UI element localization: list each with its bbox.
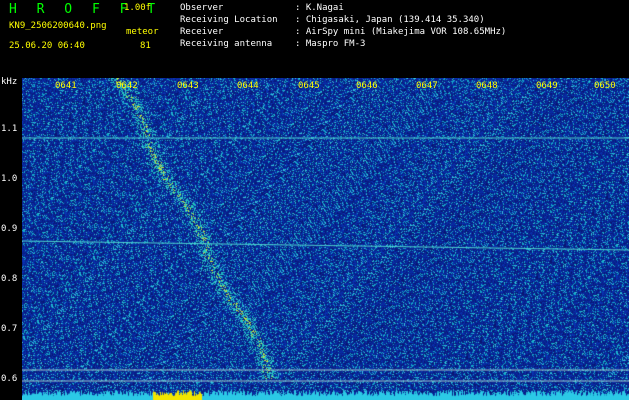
x-tick-0645: 0645 — [298, 81, 320, 91]
y-tick-0-9: 0.9 — [1, 224, 18, 234]
x-tick-0643: 0643 — [177, 81, 199, 91]
x-tick-0647: 0647 — [416, 81, 438, 91]
y-tick-0-7: 0.7 — [1, 324, 18, 334]
x-tick-0648: 0648 — [476, 81, 498, 91]
info-key-observer: Observer — [180, 3, 224, 13]
x-tick-0641: 0641 — [55, 81, 77, 91]
y-axis-unit: kHz — [1, 77, 18, 87]
info-value-antenna: : Maspro FM-3 — [295, 39, 366, 49]
spectrogram — [22, 78, 629, 400]
y-tick-0-8: 0.8 — [1, 274, 18, 284]
info-value-receiver: : AirSpy mini (Miakejima VOR 108.65MHz) — [295, 27, 507, 37]
meteor-label: meteor — [126, 27, 159, 37]
file-name: KN9_2506200640.png — [9, 21, 107, 31]
app-version: 1.00f — [124, 3, 152, 13]
y-tick-1-0: 1.0 — [1, 174, 18, 184]
meteor-count: 81 — [140, 41, 151, 51]
info-key-location: Receiving Location — [180, 15, 278, 25]
info-value-location: : Chigasaki, Japan (139.414 35.340) — [295, 15, 485, 25]
info-value-observer: : K.Nagai — [295, 3, 344, 13]
x-tick-0642: 0642 — [116, 81, 138, 91]
x-tick-0649: 0649 — [536, 81, 558, 91]
x-tick-0644: 0644 — [237, 81, 259, 91]
info-key-antenna: Receiving antenna — [180, 39, 273, 49]
header-panel: H R O F F T 1.00f KN9_2506200640.png met… — [0, 0, 629, 76]
x-tick-0650: 0650 — [594, 81, 616, 91]
info-key-receiver: Receiver — [180, 27, 224, 37]
y-tick-1-1: 1.1 — [1, 124, 18, 134]
datetime: 25.06.20 06:40 — [9, 41, 85, 51]
y-tick-0-6: 0.6 — [1, 374, 18, 384]
x-tick-0646: 0646 — [356, 81, 378, 91]
